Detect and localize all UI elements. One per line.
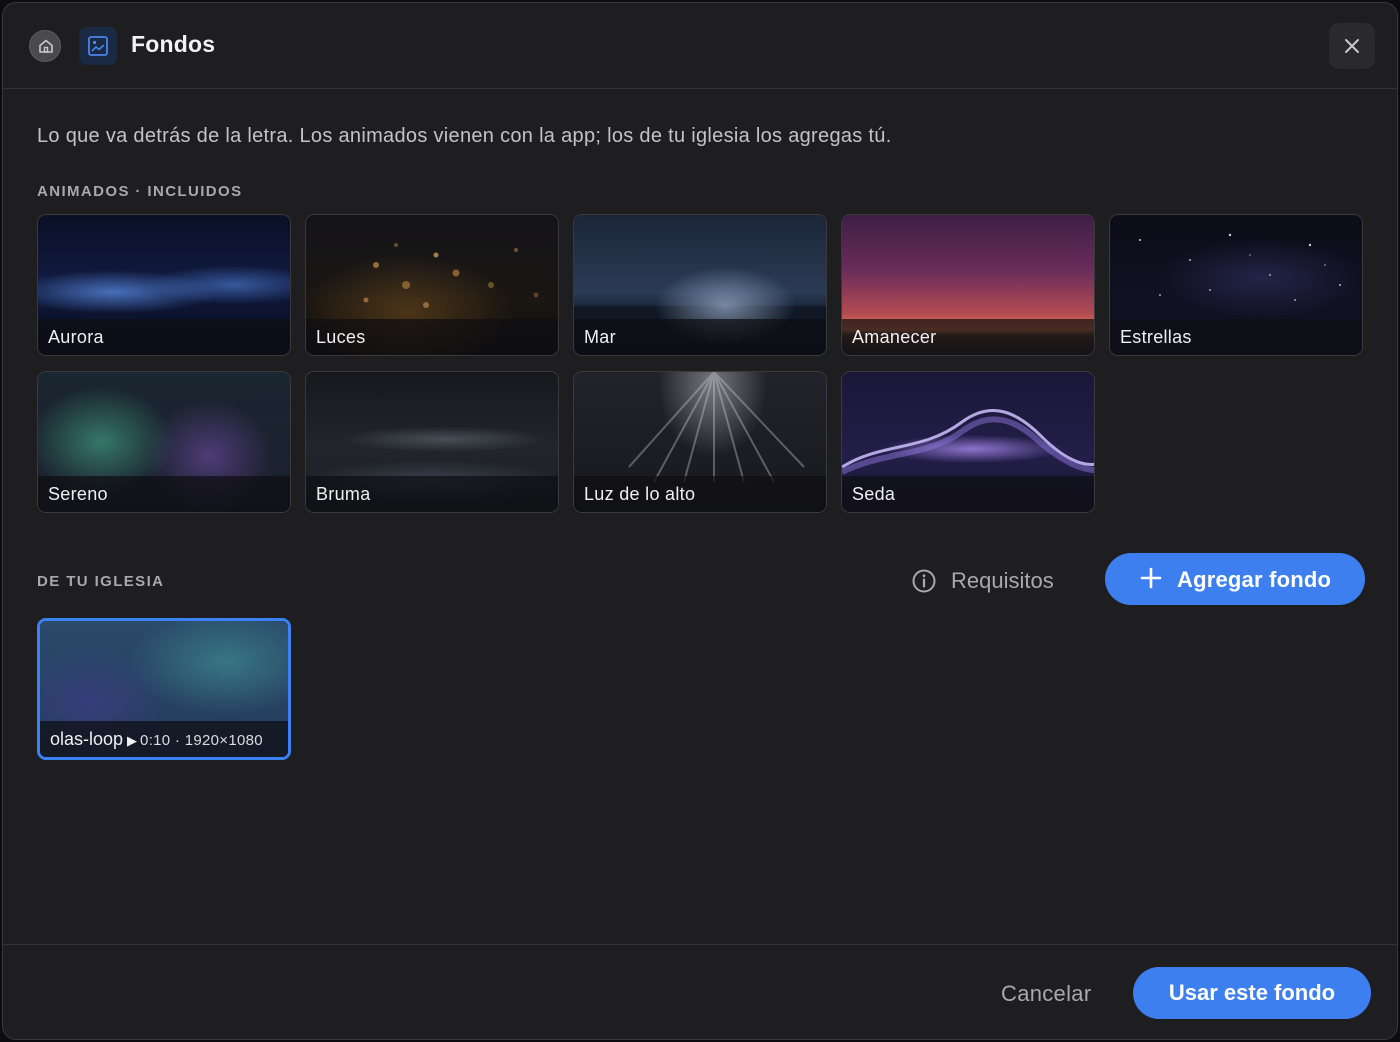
- background-tile-luz-de-lo-alto[interactable]: Luz de lo alto: [573, 371, 827, 513]
- add-background-button[interactable]: Agregar fondo: [1105, 553, 1365, 605]
- dialog-header: Fondos: [3, 3, 1397, 89]
- tile-label: Bruma: [316, 484, 371, 504]
- play-icon: ▶: [127, 733, 138, 748]
- background-tile-luces[interactable]: Luces: [305, 214, 559, 356]
- background-tile-bruma[interactable]: Bruma: [305, 371, 559, 513]
- resolution: 1920×1080: [184, 732, 263, 749]
- tile-label: olas-loop: [50, 729, 124, 749]
- tile-label: Estrellas: [1120, 327, 1192, 347]
- dialog-footer: Cancelar Usar este fondo: [3, 944, 1397, 1039]
- duration: 0:10: [140, 732, 171, 749]
- image-frame-icon: [79, 27, 117, 65]
- close-icon: [1345, 39, 1359, 53]
- tile-meta: olas-loop ▶ 0:10 · 1920×1080: [50, 729, 263, 749]
- background-tile-estrellas[interactable]: Estrellas: [1109, 214, 1363, 356]
- background-tile-olas-loop[interactable]: olas-loop ▶ 0:10 · 1920×1080: [37, 618, 291, 760]
- section-label-animados: ANIMADOS · INCLUIDOS: [37, 183, 243, 200]
- tile-label: Luces: [316, 327, 366, 347]
- tile-label: Luz de lo alto: [584, 484, 696, 504]
- tile-label: Mar: [584, 327, 616, 347]
- dialog-title: Fondos: [131, 31, 216, 57]
- home-icon: [39, 39, 53, 53]
- backgrounds-dialog: Fondos Lo que va detrás de la letra. Los…: [2, 2, 1398, 1040]
- use-background-button[interactable]: Usar este fondo: [1133, 967, 1371, 1019]
- close-button[interactable]: [1329, 23, 1375, 69]
- add-background-label: Agregar fondo: [1177, 567, 1332, 592]
- background-tile-aurora[interactable]: Aurora: [37, 214, 291, 356]
- requirements-label: Requisitos: [951, 568, 1054, 593]
- plus-icon: [1140, 567, 1162, 589]
- cancel-button[interactable]: Cancelar: [1001, 981, 1091, 1007]
- tile-label: Seda: [852, 484, 896, 504]
- dialog-description: Lo que va detrás de la letra. Los animad…: [37, 125, 892, 147]
- section-label-iglesia: DE TU IGLESIA: [37, 573, 165, 590]
- tile-label: Aurora: [48, 327, 104, 347]
- background-tile-sereno[interactable]: Sereno: [37, 371, 291, 513]
- tile-label: Amanecer: [852, 327, 937, 347]
- background-tile-mar[interactable]: Mar: [573, 214, 827, 356]
- info-icon: [912, 569, 936, 593]
- tile-label: Sereno: [48, 484, 108, 504]
- background-tile-seda[interactable]: Seda: [841, 371, 1095, 513]
- background-tile-amanecer[interactable]: Amanecer: [841, 214, 1095, 356]
- home-button[interactable]: [29, 30, 61, 62]
